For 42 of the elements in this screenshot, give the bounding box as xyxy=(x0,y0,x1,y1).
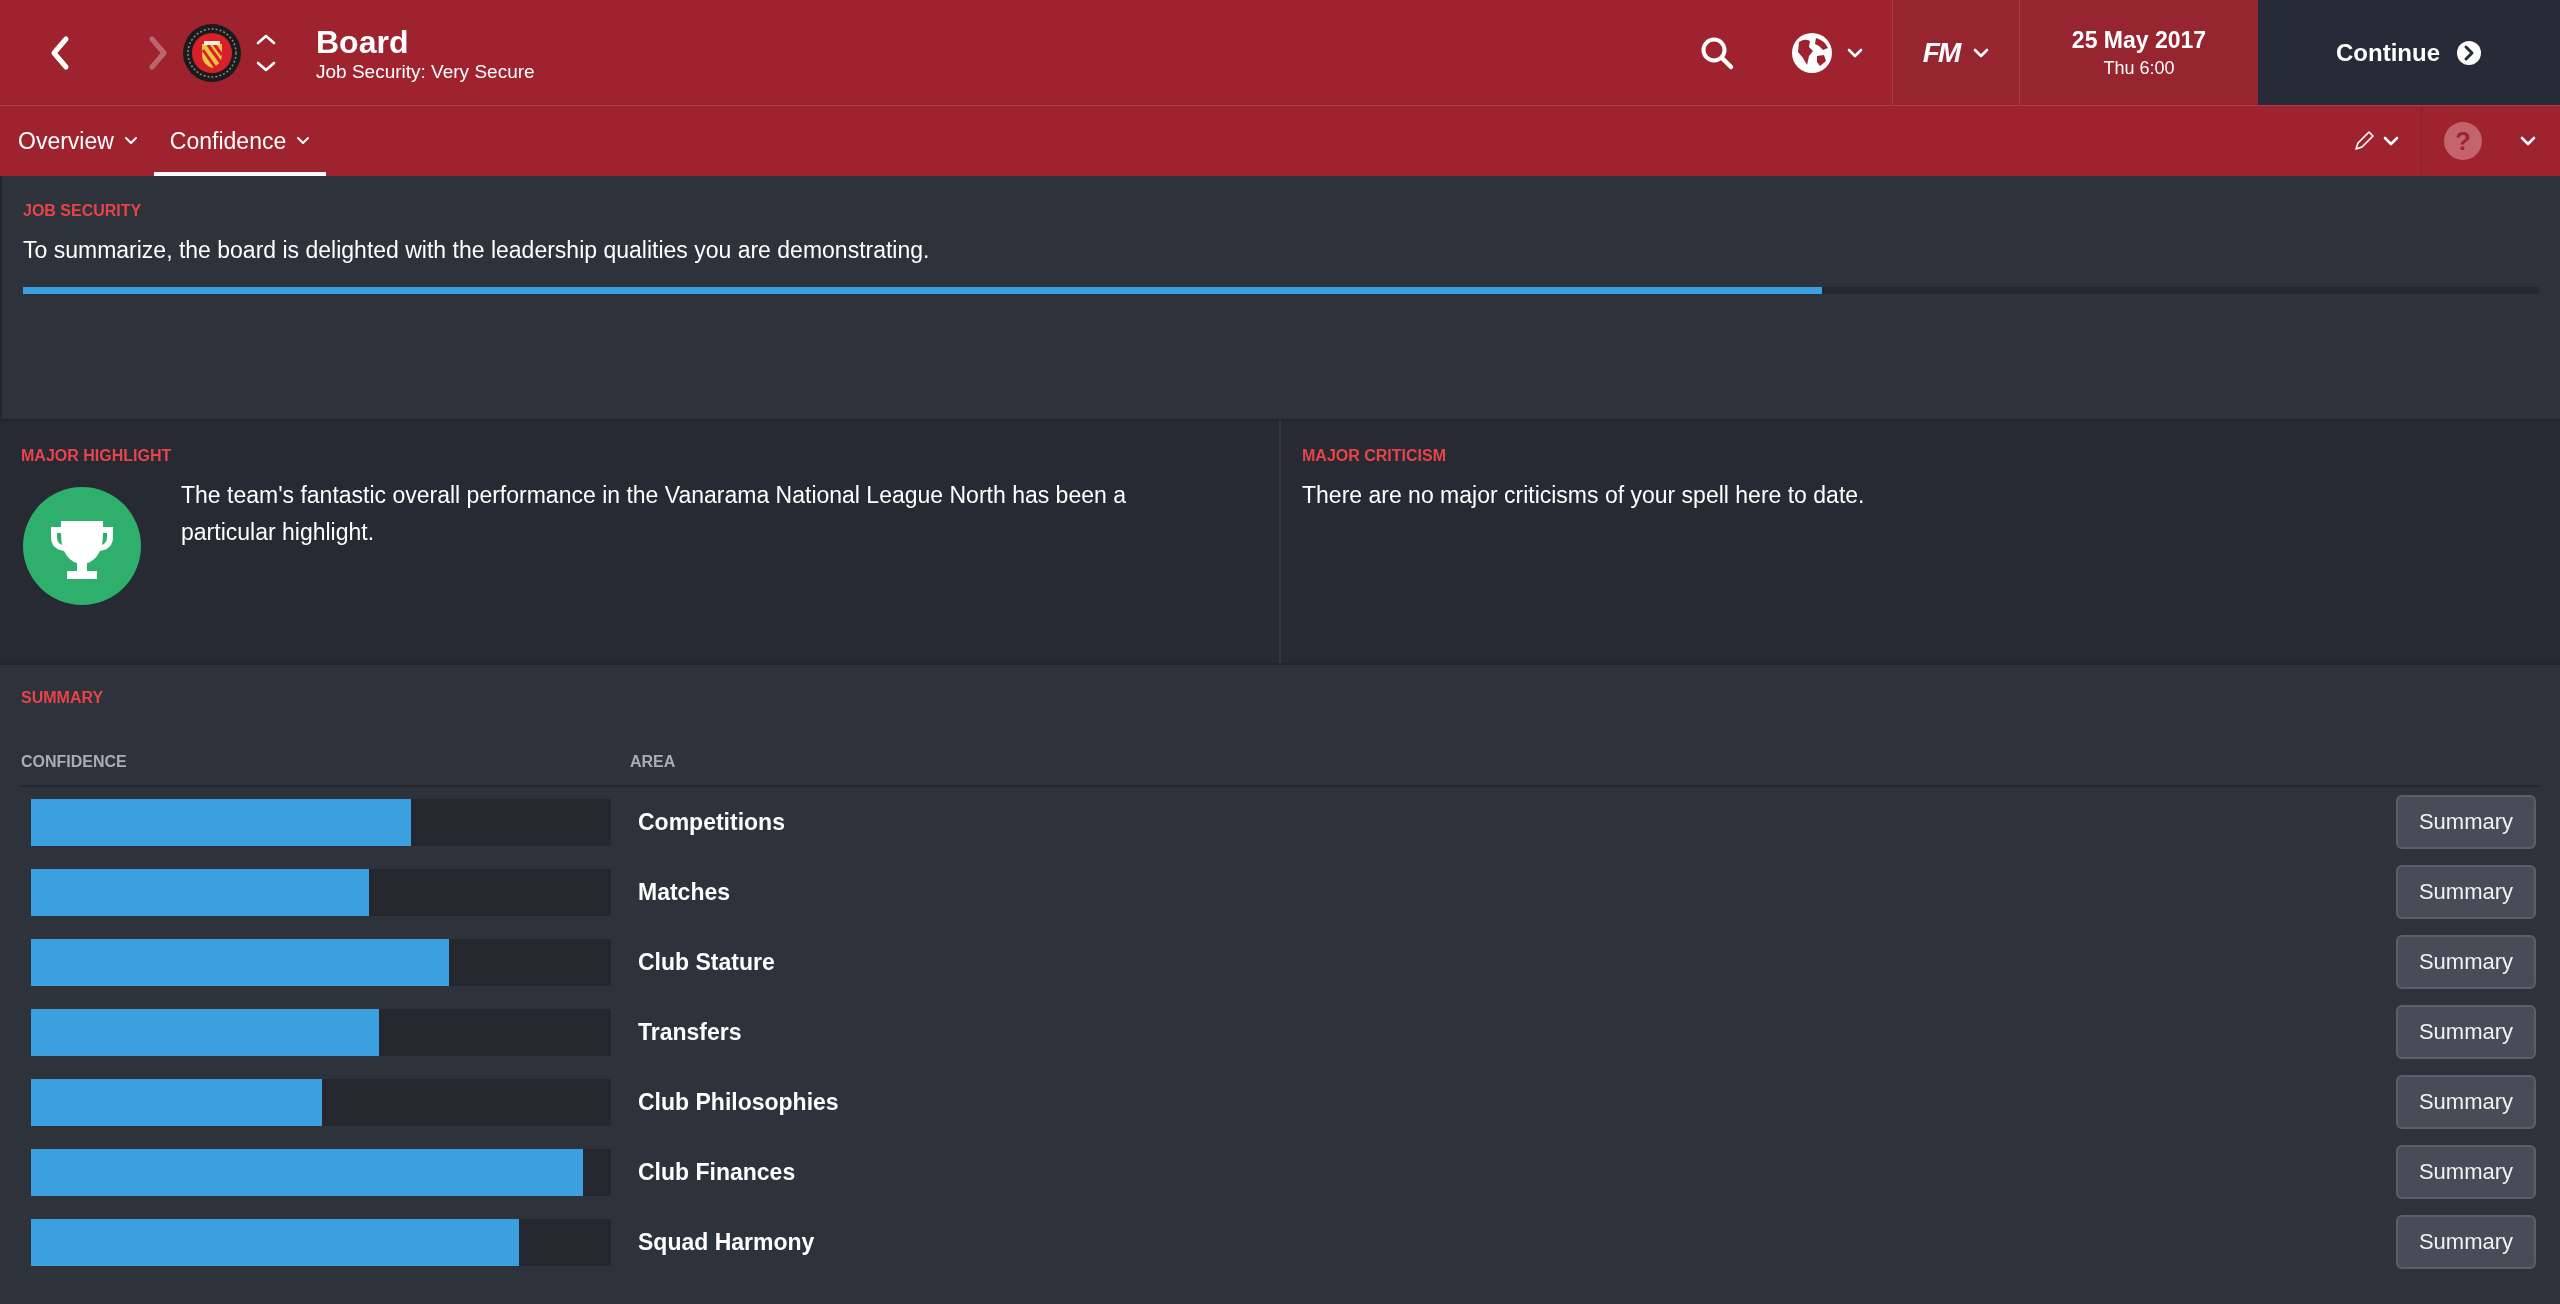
trophy-icon xyxy=(23,487,141,605)
caret-icon[interactable] xyxy=(1847,46,1863,59)
section-text: There are no major criticisms of your spell here to date. xyxy=(1302,481,1866,510)
area-name: Club Stature xyxy=(637,948,776,976)
club-crest-icon[interactable] xyxy=(182,22,242,83)
summary-button[interactable]: Summary xyxy=(2396,865,2536,919)
summary-button[interactable]: Summary xyxy=(2396,1215,2536,1269)
summary-button[interactable]: Summary xyxy=(2396,1005,2536,1059)
tab[interactable]: Overview xyxy=(2,106,154,176)
caret-icon[interactable] xyxy=(2383,135,2399,147)
area-name: Matches xyxy=(637,878,732,906)
area-name: Squad Harmony xyxy=(637,1228,816,1256)
area-name: Competitions xyxy=(637,808,786,836)
section-heading: SUMMARY xyxy=(21,689,105,707)
caret-icon xyxy=(123,136,138,146)
date-text: 25 May 2017 xyxy=(2071,26,2207,54)
continue-button[interactable]: Continue xyxy=(2258,0,2560,105)
game-logo[interactable]: FM xyxy=(1922,36,1960,69)
arrow-circle-icon xyxy=(2456,39,2482,66)
summary-button[interactable]: Summary xyxy=(2396,935,2536,989)
caret-icon[interactable] xyxy=(1973,46,1990,59)
column-header: CONFIDENCE xyxy=(21,753,128,771)
caret-icon[interactable] xyxy=(2520,135,2536,147)
page-subtitle: Job Security: Very Secure xyxy=(316,60,535,83)
summary-button[interactable]: Summary xyxy=(2396,1075,2536,1129)
page-title: Board xyxy=(316,22,410,61)
summary-button[interactable]: Summary xyxy=(2396,1145,2536,1199)
caret-icon xyxy=(296,136,311,146)
section-heading: MAJOR HIGHLIGHT xyxy=(21,447,173,465)
column-header: AREA xyxy=(630,753,676,771)
summary-button[interactable]: Summary xyxy=(2396,795,2536,849)
area-name: Club Philosophies xyxy=(637,1088,840,1116)
section-text: To summarize, the board is delighted with the leadership qualities you are demonstrating. xyxy=(23,236,931,265)
globe-icon[interactable] xyxy=(1791,31,1833,74)
pencil-icon[interactable] xyxy=(2353,130,2375,152)
area-name: Club Finances xyxy=(637,1158,797,1186)
tab[interactable]: Confidence xyxy=(153,106,327,176)
time-text: Thu 6:00 xyxy=(2103,57,2175,79)
section-text: The team's fantastic overall performance in the Vanarama National League North has been a particular highlight. xyxy=(181,481,1127,547)
section-heading: JOB SECURITY xyxy=(23,202,143,220)
area-name: Transfers xyxy=(637,1018,743,1046)
section-heading: MAJOR CRITICISM xyxy=(1302,447,1447,465)
